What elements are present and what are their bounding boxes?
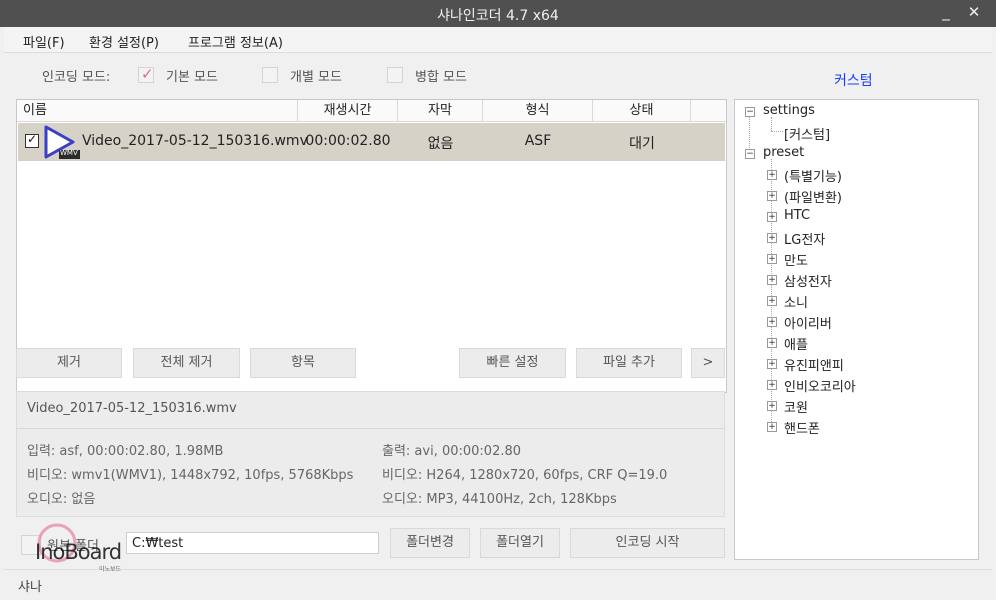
row-subtitle: 없음	[427, 136, 454, 152]
row-duration: 00:00:02.80	[305, 133, 391, 149]
expand-icon[interactable]: +	[767, 170, 777, 180]
info-output-audio: 오디오: MP3, 44100Hz, 2ch, 128Kbps	[382, 492, 617, 507]
basic-mode-label[interactable]: 기본 모드	[166, 66, 218, 85]
tree-node-preset-item[interactable]: (파일변환)	[784, 187, 842, 206]
close-button[interactable]: ✕	[962, 3, 986, 23]
items-button[interactable]: 항목	[250, 348, 356, 378]
expand-icon[interactable]: +	[767, 380, 777, 390]
expand-icon[interactable]: +	[767, 422, 777, 432]
tree-node-preset[interactable]: preset	[763, 145, 804, 160]
add-file-button[interactable]: 파일 추가	[576, 348, 682, 378]
minimize-button[interactable]: _	[934, 3, 958, 23]
expand-icon[interactable]: +	[767, 233, 777, 243]
tree-node-preset-item[interactable]: 유진피앤피	[784, 355, 844, 374]
tree-node-preset-item[interactable]: 아이리버	[784, 313, 832, 332]
main-panel: 인코딩 모드: 기본 모드 개별 모드 병합 모드 커스텀 이름 재생시간 자막…	[4, 53, 992, 600]
column-header-format[interactable]: 형식	[483, 100, 593, 122]
row-status: 대기	[629, 136, 655, 152]
merge-mode-label[interactable]: 병합 모드	[415, 66, 467, 85]
watermark-text: InoBoard	[35, 540, 122, 564]
inoboard-watermark-logo: InoBoard 이노보드	[29, 523, 144, 573]
expand-icon[interactable]: +	[767, 296, 777, 306]
individual-mode-checkbox[interactable]	[262, 67, 278, 83]
column-header-subtitle[interactable]: 자막	[398, 100, 483, 122]
preset-tree[interactable]: − settings [커스텀] − preset + (특별기능) + (파일…	[734, 99, 979, 560]
watermark-subtext: 이노보드	[99, 566, 122, 573]
menu-file[interactable]: 파일(F)	[23, 32, 65, 51]
info-filename: Video_2017-05-12_150316.wmv	[27, 401, 237, 416]
start-encoding-button[interactable]: 인코딩 시작	[570, 528, 725, 558]
tree-node-preset-item[interactable]: 만도	[784, 250, 808, 269]
tree-node-preset-item[interactable]: 인비오코리아	[784, 376, 856, 395]
column-header-duration[interactable]: 재생시간	[298, 100, 398, 122]
info-divider	[17, 428, 724, 429]
file-info-panel: Video_2017-05-12_150316.wmv 입력: asf, 00:…	[16, 391, 725, 517]
menu-settings[interactable]: 환경 설정(P)	[89, 32, 159, 51]
tree-node-custom[interactable]: [커스텀]	[784, 124, 830, 143]
open-folder-button[interactable]: 폴더열기	[480, 528, 560, 558]
expand-icon[interactable]: +	[767, 338, 777, 348]
info-input: 입력: asf, 00:00:02.80, 1.98MB	[27, 444, 224, 459]
remove-all-button[interactable]: 전체 제거	[133, 348, 240, 378]
tree-node-preset-item[interactable]: 핸드폰	[784, 418, 820, 437]
info-output: 출력: avi, 00:00:02.80	[382, 444, 522, 459]
expand-icon[interactable]: +	[767, 317, 777, 327]
tree-node-preset-item[interactable]: 코원	[784, 397, 808, 416]
expand-icon[interactable]: +	[767, 359, 777, 369]
custom-link[interactable]: 커스텀	[834, 70, 873, 90]
column-header-filler	[691, 100, 726, 122]
collapse-icon[interactable]: −	[745, 107, 755, 117]
individual-mode-label[interactable]: 개별 모드	[290, 66, 342, 85]
wmv-badge: WMV	[60, 149, 78, 157]
tree-node-settings[interactable]: settings	[763, 103, 815, 118]
column-header-name[interactable]: 이름	[17, 100, 298, 122]
row-filename: Video_2017-05-12_150316.wmv	[82, 133, 308, 149]
tree-node-preset-item[interactable]: LG전자	[784, 229, 825, 248]
tree-node-preset-item[interactable]: HTC	[784, 208, 810, 223]
expand-icon[interactable]: +	[767, 401, 777, 411]
quick-settings-button[interactable]: 빠른 설정	[459, 348, 566, 378]
basic-mode-checkbox[interactable]	[138, 65, 154, 83]
remove-button[interactable]: 제거	[16, 348, 122, 378]
expand-icon[interactable]: +	[767, 275, 777, 285]
info-output-video: 비디오: H264, 1280x720, 60fps, CRF Q=19.0	[382, 468, 668, 483]
tree-node-preset-item[interactable]: 애플	[784, 334, 808, 353]
menu-about[interactable]: 프로그램 정보(A)	[188, 32, 283, 51]
tree-node-preset-item[interactable]: 삼성전자	[784, 271, 832, 290]
expand-icon[interactable]: +	[767, 254, 777, 264]
status-bar: 샤나	[4, 569, 992, 600]
table-row[interactable]: ✓ WMV Video_2017-05-12_150316.wmv 00:00:…	[18, 123, 725, 161]
column-header-status[interactable]: 상태	[593, 100, 691, 122]
window-title: 샤나인코더 4.7 x64	[437, 8, 559, 24]
expand-icon[interactable]: +	[767, 212, 777, 222]
expand-icon[interactable]: +	[767, 191, 777, 201]
status-text: 샤나	[18, 580, 42, 595]
title-bar: 샤나인코더 4.7 x64 _ ✕	[0, 0, 996, 27]
change-folder-button[interactable]: 폴더변경	[390, 528, 470, 558]
row-format: ASF	[524, 133, 552, 149]
collapse-icon[interactable]: −	[745, 149, 755, 159]
menu-bar: 파일(F) 환경 설정(P) 프로그램 정보(A)	[4, 27, 992, 53]
info-input-video: 비디오: wmv1(WMV1), 1448x792, 10fps, 5768Kb…	[27, 468, 354, 483]
tree-node-preset-item[interactable]: 소니	[784, 292, 808, 311]
merge-mode-checkbox[interactable]	[387, 67, 403, 83]
encoding-mode-label: 인코딩 모드:	[42, 70, 111, 85]
wmv-play-icon: WMV	[43, 125, 81, 159]
row-checkbox[interactable]: ✓	[25, 132, 39, 148]
info-input-audio: 오디오: 없음	[27, 492, 96, 507]
output-path-field[interactable]: C:₩test	[126, 532, 379, 554]
more-button[interactable]: >	[691, 348, 725, 378]
tree-node-preset-item[interactable]: (특별기능)	[784, 166, 842, 185]
